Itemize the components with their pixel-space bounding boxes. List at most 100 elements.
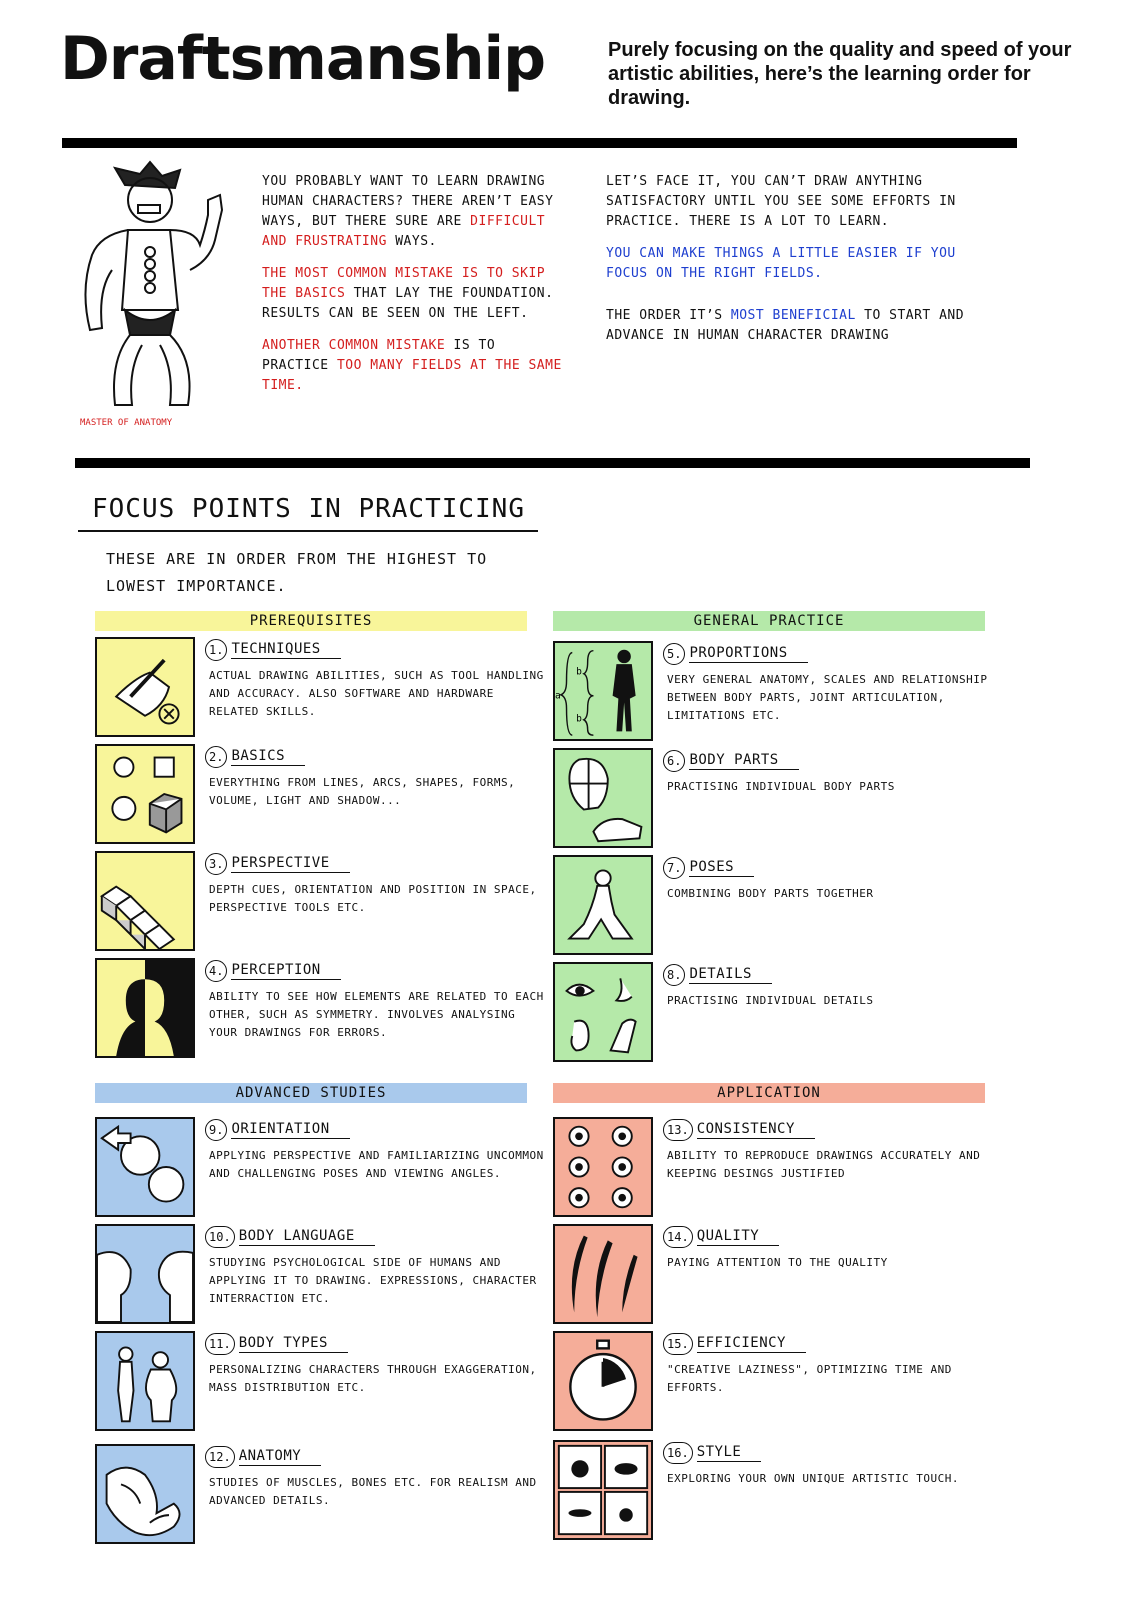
body-types-icon (95, 1331, 195, 1431)
item-title: PROPORTIONS (689, 645, 808, 663)
proportions-icon: b b a (553, 641, 653, 741)
item-title: ORIENTATION (231, 1121, 350, 1139)
item-description: VERY GENERAL ANATOMY, SCALES AND RELATIO… (667, 673, 988, 722)
item-description: APPLYING PERSPECTIVE AND FAMILIARIZING U… (209, 1149, 544, 1180)
muscle-man-icon (84, 160, 224, 406)
focus-item-proportions: b b a 5. PROPORTIONS VERY GENERAL ANATOMY, … (553, 641, 1003, 743)
focus-item-perception: 4. PERCEPTION ABILITY TO SEE HOW ELEMENTS… (95, 958, 545, 1060)
focus-subtext: THESE ARE IN ORDER FROM THE HIGHEST TO L… (106, 550, 488, 595)
intro-left-column: YOU PROBABLY WANT TO LEARN DRAWING HUMAN… (262, 172, 562, 408)
page-title: Draftsmanship (60, 24, 546, 94)
consistency-eyes-icon (553, 1117, 653, 1217)
focus-item-details: 8. DETAILS PRACTISING INDIVIDUAL DETAILS (553, 962, 1003, 1064)
item-number: 8. (663, 964, 686, 986)
details-icon (553, 962, 653, 1062)
stopwatch-icon (553, 1331, 653, 1431)
focus-item-body-parts: 6. BODY PARTS PRACTISING INDIVIDUAL BODY … (553, 748, 1003, 850)
focus-item-anatomy: 12. ANATOMY STUDIES OF MUSCLES, BONES ETC… (95, 1444, 545, 1546)
section-general-practice: GENERAL PRACTICE (553, 611, 985, 631)
item-title: STYLE (696, 1444, 762, 1462)
item-title: BODY LANGUAGE (238, 1228, 375, 1246)
body-parts-icon (553, 748, 653, 848)
item-number: 2. (205, 746, 228, 768)
item-description: PRACTISING INDIVIDUAL BODY PARTS (667, 780, 895, 793)
poses-figure-icon (553, 855, 653, 955)
item-number: 3. (205, 853, 228, 875)
item-title: PERSPECTIVE (231, 855, 350, 873)
item-title: PERCEPTION (231, 962, 341, 980)
master-of-anatomy-figure (70, 160, 240, 415)
focus-item-body-types: 11. BODY TYPES PERSONALIZING CHARACTERS T… (95, 1331, 545, 1433)
item-description: DEPTH CUES, ORIENTATION AND POSITION IN … (209, 883, 537, 914)
quality-strokes-icon (553, 1224, 653, 1324)
item-number: 10. (205, 1226, 235, 1248)
focus-underline (78, 530, 538, 532)
item-description: ACTUAL DRAWING ABILITIES, SUCH AS TOOL H… (209, 669, 544, 718)
item-title: ANATOMY (238, 1448, 322, 1466)
intro-paragraph-2: THE MOST COMMON MISTAKE IS TO SKIP THE B… (262, 264, 562, 324)
top-divider (62, 138, 1017, 148)
item-description: STUDIES OF MUSCLES, BONES ETC. FOR REALI… (209, 1476, 537, 1507)
item-description: PRACTISING INDIVIDUAL DETAILS (667, 994, 874, 1007)
item-title: BODY TYPES (238, 1335, 348, 1353)
focus-item-efficiency: 15. EFFICIENCY "CREATIVE LAZINESS", OPTIM… (553, 1331, 1003, 1433)
intro-highlight: ANOTHER COMMON MISTAKE (262, 338, 446, 353)
item-title: QUALITY (696, 1228, 780, 1246)
techniques-icon (95, 637, 195, 737)
focus-item-quality: 14. QUALITY PAYING ATTENTION TO THE QUALI… (553, 1224, 1003, 1326)
item-title: BODY PARTS (689, 752, 799, 770)
middle-divider (75, 458, 1030, 468)
item-number: 5. (663, 643, 686, 665)
item-number: 6. (663, 750, 686, 772)
perception-silhouette-icon (95, 958, 195, 1058)
item-description: ABILITY TO SEE HOW ELEMENTS ARE RELATED … (209, 990, 544, 1039)
focus-item-techniques: 1. TECHNIQUES ACTUAL DRAWING ABILITIES, S… (95, 637, 545, 739)
item-number: 4. (205, 960, 228, 982)
intro-highlight: MOST BENEFICIAL (730, 308, 856, 323)
intro-paragraph-3: ANOTHER COMMON MISTAKE IS TO PRACTICE TO… (262, 336, 562, 396)
focus-item-poses: 7. POSES COMBINING BODY PARTS TOGETHER (553, 855, 1003, 957)
intro-paragraph-6: THE ORDER IT’S MOST BENEFICIAL TO START … (606, 306, 966, 346)
svg-text:b: b (576, 714, 582, 725)
intro-text: THE ORDER IT’S (606, 308, 723, 323)
item-description: EVERYTHING FROM LINES, ARCS, SHAPES, FOR… (209, 776, 516, 807)
item-number: 16. (663, 1442, 693, 1464)
item-description: PERSONALIZING CHARACTERS THROUGH EXAGGER… (209, 1363, 537, 1394)
item-description: "CREATIVE LAZINESS", OPTIMIZING TIME AND… (667, 1363, 952, 1394)
focus-heading: FOCUS POINTS IN PRACTICING (92, 494, 525, 524)
item-number: 11. (205, 1333, 235, 1355)
intro-right-column: LET’S FACE IT, YOU CAN’T DRAW ANYTHING S… (606, 172, 966, 358)
focus-item-consistency: 13. CONSISTENCY ABILITY TO REPRODUCE DRAW… (553, 1117, 1003, 1219)
svg-text:b: b (576, 667, 582, 678)
focus-item-perspective: 3. PERSPECTIVE DEPTH CUES, ORIENTATION AN… (95, 851, 545, 953)
item-description: EXPLORING YOUR OWN UNIQUE ARTISTIC TOUCH… (667, 1472, 960, 1485)
intro-paragraph-1: YOU PROBABLY WANT TO LEARN DRAWING HUMAN… (262, 172, 562, 252)
item-description: ABILITY TO REPRODUCE DRAWINGS ACCURATELY… (667, 1149, 981, 1180)
item-number: 15. (663, 1333, 693, 1355)
focus-item-orientation: 9. ORIENTATION APPLYING PERSPECTIVE AND F… (95, 1117, 545, 1219)
focus-item-body-language: 10. BODY LANGUAGE STUDYING PSYCHOLOGICAL … (95, 1224, 545, 1326)
style-eyes-icon (553, 1440, 653, 1540)
item-title: EFFICIENCY (696, 1335, 806, 1353)
focus-item-style: 16. STYLE EXPLORING YOUR OWN UNIQUE ARTIS… (553, 1440, 1003, 1542)
item-title: DETAILS (689, 966, 772, 984)
anatomy-arm-icon (95, 1444, 195, 1544)
intro-paragraph-5: YOU CAN MAKE THINGS A LITTLE EASIER IF Y… (606, 246, 956, 281)
intro-text: WAYS. (395, 234, 437, 249)
perspective-cubes-icon (95, 851, 195, 951)
body-language-faces-icon (95, 1224, 195, 1324)
item-number: 14. (663, 1226, 693, 1248)
svg-text:a: a (555, 691, 561, 702)
item-title: POSES (689, 859, 755, 877)
page-subtitle: Purely focusing on the quality and speed… (608, 39, 1072, 109)
intro-paragraph-4: LET’S FACE IT, YOU CAN’T DRAW ANYTHING S… (606, 174, 956, 229)
item-title: BASICS (231, 748, 306, 766)
focus-item-basics: 2. BASICS EVERYTHING FROM LINES, ARCS, SH… (95, 744, 545, 846)
figure-label: MASTER OF ANATOMY (80, 418, 173, 428)
item-description: COMBINING BODY PARTS TOGETHER (667, 887, 874, 900)
item-description: PAYING ATTENTION TO THE QUALITY (667, 1256, 888, 1269)
basics-icon (95, 744, 195, 844)
item-number: 1. (205, 639, 228, 661)
section-prerequisites: PREREQUISITES (95, 611, 527, 631)
item-title: TECHNIQUES (231, 641, 341, 659)
